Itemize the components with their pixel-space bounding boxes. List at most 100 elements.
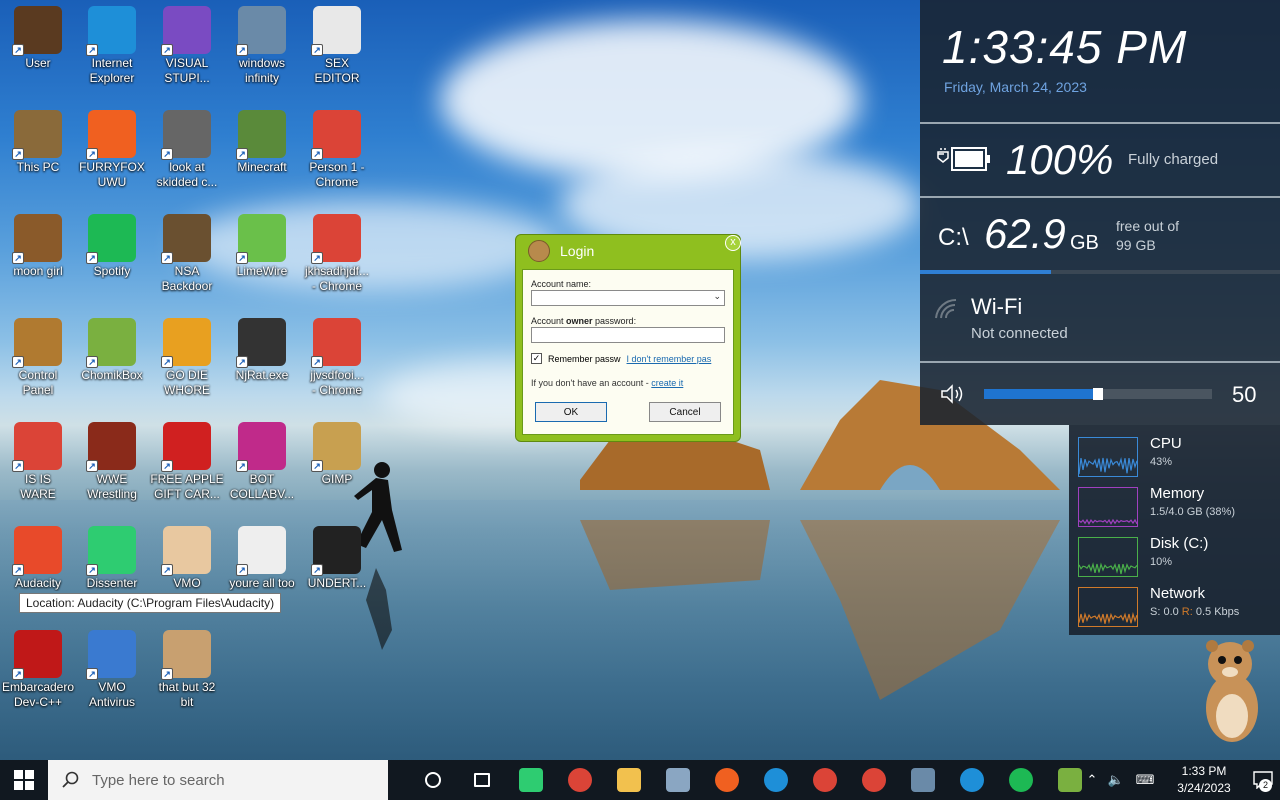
perf-graph bbox=[1078, 587, 1138, 627]
password-label: Account owner password: bbox=[531, 316, 637, 326]
desktop-icon-label: VMO bbox=[173, 576, 201, 590]
taskbar-task-view-button[interactable] bbox=[457, 760, 506, 800]
doctor-icon: ↗ bbox=[161, 526, 211, 576]
taskbar-chrome-profile2-button[interactable] bbox=[849, 760, 898, 800]
shortcut-arrow-icon: ↗ bbox=[86, 356, 98, 368]
desktop-icon[interactable]: ↗ NjRat.exe bbox=[224, 312, 300, 412]
perf-graph bbox=[1078, 537, 1138, 577]
desktop-icon[interactable]: ↗ FREE APPLE GIFT CAR... bbox=[149, 416, 225, 516]
stack-icon: ↗ bbox=[161, 110, 211, 160]
login-title-bar[interactable]: Login bbox=[516, 235, 740, 267]
windows-logo-icon bbox=[14, 770, 34, 790]
desktop-icon[interactable]: ↗ jkhsadhjdf... - Chrome bbox=[299, 208, 375, 308]
cortana-icon bbox=[424, 772, 441, 788]
desktop-icon[interactable]: ↗ look at skidded c... bbox=[149, 104, 225, 204]
drive-free-value: 62.9 bbox=[984, 210, 1066, 257]
volume-slider-thumb[interactable] bbox=[1093, 388, 1103, 400]
desktop-icon[interactable]: ↗ Person 1 - Chrome bbox=[299, 104, 375, 204]
forgot-password-link[interactable]: I don't remember pas bbox=[627, 354, 712, 364]
taskbar-edge-button[interactable] bbox=[947, 760, 996, 800]
desktop-icon[interactable]: ↗ Embarcadero Dev-C++ bbox=[0, 624, 76, 724]
chrome-icon: ↗ bbox=[311, 318, 361, 368]
notification-center-button[interactable]: 2 bbox=[1246, 760, 1280, 800]
password-field[interactable] bbox=[531, 327, 725, 343]
perf-metric[interactable]: CPU 43% bbox=[1078, 435, 1278, 481]
taskbar-edge-button[interactable] bbox=[751, 760, 800, 800]
search-icon bbox=[62, 771, 79, 788]
taskbar-cortana-button[interactable] bbox=[408, 760, 457, 800]
taskbar-chrome-button[interactable] bbox=[555, 760, 604, 800]
box-icon: ↗ bbox=[236, 6, 286, 56]
de-icon: ↗ bbox=[161, 318, 211, 368]
dialog-buttons: OK Cancel bbox=[531, 402, 725, 422]
chrome-icon bbox=[567, 768, 592, 792]
taskbar-chrome-profile-button[interactable] bbox=[800, 760, 849, 800]
taskbar-box-button[interactable] bbox=[653, 760, 702, 800]
desktop-icon[interactable]: ↗ User bbox=[0, 0, 76, 100]
desktop-icon[interactable]: ↗ Spotify bbox=[74, 208, 150, 308]
desktop-icon[interactable]: ↗ SEX EDITOR bbox=[299, 0, 375, 100]
desktop-icon[interactable]: ↗ LimeWire bbox=[224, 208, 300, 308]
desktop-icon[interactable]: ↗ GO DIE WHORE bbox=[149, 312, 225, 412]
speaker-icon[interactable] bbox=[940, 384, 966, 404]
cancel-button[interactable]: Cancel bbox=[649, 402, 721, 422]
chevron-up-icon[interactable]: ⌃ bbox=[1080, 772, 1104, 788]
keyboard-icon[interactable]: ⌨ bbox=[1128, 772, 1162, 788]
desktop-icon[interactable]: ↗ Internet Explorer bbox=[74, 0, 150, 100]
desktop-icon[interactable]: ↗ Control Panel bbox=[0, 312, 76, 412]
desktop-icon-label: Embarcadero Dev-C++ bbox=[1, 680, 75, 709]
ok-button[interactable]: OK bbox=[535, 402, 607, 422]
chomikbox-icon bbox=[1057, 768, 1082, 792]
taskbar-firefox-button[interactable] bbox=[702, 760, 751, 800]
desktop-icon[interactable]: ↗ windows infinity bbox=[224, 0, 300, 100]
speaker-muted-icon[interactable]: 🔈 bbox=[1104, 772, 1128, 788]
desktop-icon[interactable]: ↗ that but 32 bit bbox=[149, 624, 225, 724]
taskbar-clock[interactable]: 1:33 PM 3/24/2023 bbox=[1162, 763, 1246, 797]
volume-slider[interactable] bbox=[984, 388, 1212, 400]
chomikbox-icon: ↗ bbox=[86, 318, 136, 368]
desktop-icon[interactable]: ↗ BOT COLLABV... bbox=[224, 416, 300, 516]
perf-metric[interactable]: Disk (C:) 10% bbox=[1078, 535, 1278, 581]
desktop-icon[interactable]: ↗ UNDERT... bbox=[299, 520, 375, 620]
taskbar-search-box[interactable]: Type here to search bbox=[48, 760, 388, 800]
divider bbox=[920, 361, 1280, 363]
desktop-icon[interactable]: ↗ moon girl bbox=[0, 208, 76, 308]
desktop-icon[interactable]: ↗ This PC bbox=[0, 104, 76, 204]
account-name-combo[interactable]: ⌄ bbox=[531, 290, 725, 306]
drive-usage-bar bbox=[920, 270, 1280, 274]
desktop-icon[interactable]: ↗ jjvsdfooi... - Chrome bbox=[299, 312, 375, 412]
desktop-icon[interactable]: ↗ VMO Antivirus bbox=[74, 624, 150, 724]
taskbar-spotify-button[interactable] bbox=[996, 760, 1045, 800]
desktop-icon[interactable]: ↗ WWE Wrestling bbox=[74, 416, 150, 516]
user-folder-icon: ↗ bbox=[12, 6, 62, 56]
search-placeholder: Type here to search bbox=[92, 771, 225, 789]
create-account-link[interactable]: create it bbox=[651, 378, 683, 388]
desktop-icon[interactable]: ↗ FURRYFOX UWU bbox=[74, 104, 150, 204]
taskbar-dissenter-button[interactable] bbox=[506, 760, 555, 800]
start-button[interactable] bbox=[0, 760, 48, 800]
desktop-icon[interactable]: ↗ ChomikBox bbox=[74, 312, 150, 412]
perf-metric[interactable]: Network S: 0.0 R: 0.5 Kbps bbox=[1078, 585, 1278, 631]
taskbar-file-explorer-button[interactable] bbox=[604, 760, 653, 800]
chevron-down-icon[interactable]: ⌄ bbox=[713, 291, 721, 302]
desktop-icon[interactable]: ↗ Minecraft bbox=[224, 104, 300, 204]
desktop[interactable]: ↗ User ↗ Internet Explorer ↗ VISUAL STUPI... ↗… bbox=[0, 0, 1280, 760]
chrome-icon: ↗ bbox=[311, 110, 361, 160]
perf-metric[interactable]: Memory 1.5/4.0 GB (38%) bbox=[1078, 485, 1278, 531]
create-account-note: If you don't have an account - create it bbox=[531, 378, 684, 388]
shortcut-arrow-icon: ↗ bbox=[311, 564, 323, 576]
devcpp-icon: ↗ bbox=[12, 630, 62, 680]
desktop-icon-label: UNDERT... bbox=[307, 576, 367, 590]
desktop-icon[interactable]: ↗ VISUAL STUPI... bbox=[149, 0, 225, 100]
perf-graph bbox=[1078, 437, 1138, 477]
taskbar-gimp-button[interactable] bbox=[898, 760, 947, 800]
remember-checkbox[interactable]: ✓ bbox=[531, 353, 542, 364]
audacity-icon: ↗ bbox=[12, 526, 62, 576]
desktop-icon[interactable]: ↗ IS IS WARE bbox=[0, 416, 76, 516]
shortcut-arrow-icon: ↗ bbox=[311, 460, 323, 472]
login-dialog[interactable]: Login x Account name: ⌄ Account owner pa… bbox=[515, 234, 741, 442]
close-icon[interactable]: x bbox=[725, 235, 741, 251]
shortcut-arrow-icon: ↗ bbox=[236, 44, 248, 56]
desktop-icon[interactable]: ↗ NSA Backdoor bbox=[149, 208, 225, 308]
desktop-icon[interactable]: ↗ GIMP bbox=[299, 416, 375, 516]
